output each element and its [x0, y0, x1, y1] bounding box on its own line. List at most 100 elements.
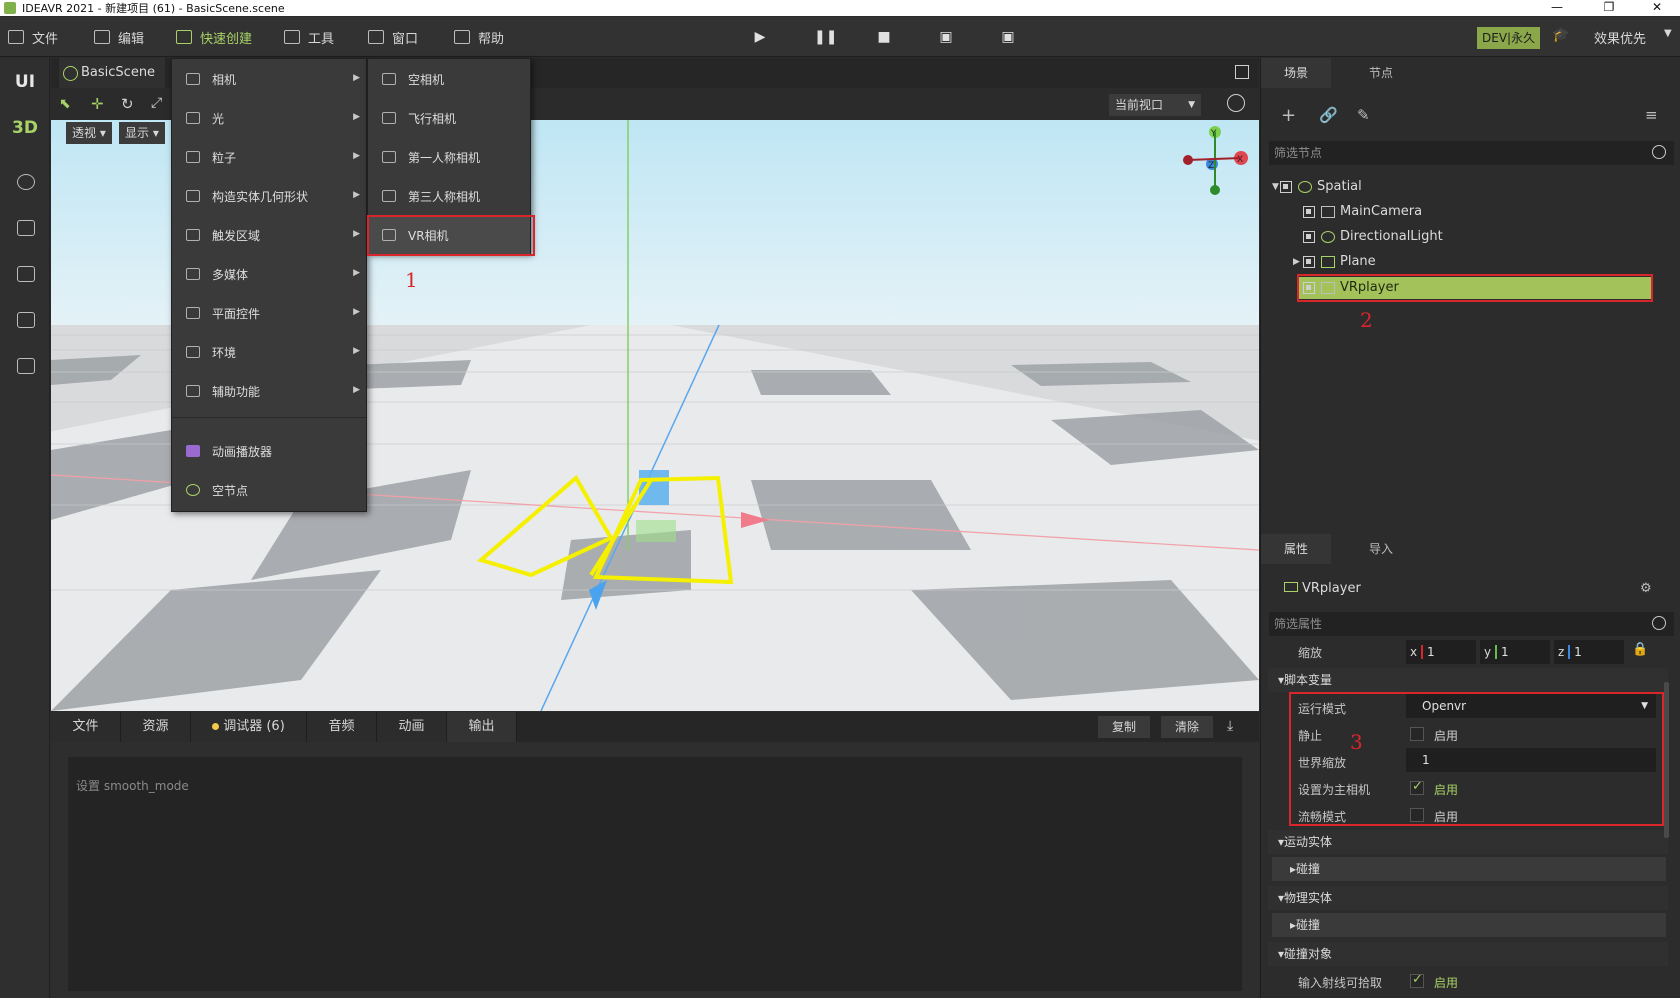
- gear-icon[interactable]: [1227, 94, 1245, 112]
- fullscreen-icon[interactable]: [1235, 65, 1249, 79]
- display-dropdown[interactable]: 显示 ▾: [119, 122, 165, 144]
- menu-flat-controls[interactable]: 平面控件 ▶: [172, 294, 366, 332]
- restore-button[interactable]: ❐: [1586, 0, 1632, 16]
- visibility-icon[interactable]: [1303, 206, 1315, 218]
- play-scene-icon[interactable]: ▣: [938, 29, 954, 45]
- perspective-label: 透视: [72, 126, 97, 140]
- visibility-icon[interactable]: [1303, 256, 1315, 268]
- section-collision-object[interactable]: ▾碰撞对象: [1268, 942, 1668, 966]
- menu-edit[interactable]: 编辑: [94, 17, 144, 57]
- 3d-mode-button[interactable]: 3D: [0, 118, 50, 138]
- tab-output[interactable]: 输出: [447, 712, 517, 742]
- menu-camera[interactable]: 相机 ▶: [172, 60, 366, 98]
- tab-import[interactable]: 导入: [1331, 534, 1431, 564]
- lock-icon[interactable]: 🔒: [1632, 642, 1648, 657]
- menu-environment[interactable]: 环境 ▶: [172, 333, 366, 371]
- tab-properties[interactable]: 属性: [1261, 534, 1331, 564]
- section-physics-label: 物理实体: [1284, 891, 1333, 905]
- ui-mode-button[interactable]: UI: [0, 72, 50, 92]
- node-filter-input[interactable]: 筛选节点: [1269, 141, 1674, 165]
- add-node-icon[interactable]: +: [1281, 105, 1296, 126]
- menu-trigger-area[interactable]: 触发区域 ▶: [172, 216, 366, 254]
- path-icon[interactable]: [17, 174, 35, 190]
- scale-x-field[interactable]: x 1: [1406, 640, 1476, 664]
- scale-y-field[interactable]: y 1: [1480, 640, 1550, 664]
- script-icon[interactable]: ✎: [1357, 106, 1370, 124]
- chevron-right-icon: ▶: [353, 190, 360, 200]
- properties-scrollbar[interactable]: [1664, 682, 1669, 838]
- menu-csg[interactable]: 构造实体几何形状 ▶: [172, 177, 366, 215]
- tree-node-spatial[interactable]: ▼ Spatial: [1272, 176, 1362, 198]
- menu-multimedia[interactable]: 多媒体 ▶: [172, 255, 366, 293]
- menu-light[interactable]: 光 ▶: [172, 99, 366, 137]
- tab-file[interactable]: 文件: [51, 712, 121, 742]
- first-person-icon: [382, 151, 396, 163]
- submenu-first-person-camera[interactable]: 第一人称相机: [368, 138, 530, 176]
- visibility-icon[interactable]: [1280, 181, 1292, 193]
- tree-node-maincamera[interactable]: MainCamera: [1303, 201, 1422, 223]
- tab-resources[interactable]: 资源: [121, 712, 191, 742]
- menu-empty-node[interactable]: 空节点: [172, 471, 366, 509]
- tab-node[interactable]: 节点: [1331, 58, 1431, 88]
- clear-button[interactable]: 清除: [1161, 716, 1214, 738]
- menu-helpers-label: 辅助功能: [212, 384, 261, 399]
- submenu-fly-camera[interactable]: 飞行相机: [368, 99, 530, 137]
- scale-tool-icon[interactable]: ⤢: [151, 95, 162, 111]
- menu-help[interactable]: 帮助: [454, 17, 504, 57]
- submenu-third-person-camera[interactable]: 第三人称相机: [368, 177, 530, 215]
- section-motion-body[interactable]: ▾运动实体: [1268, 830, 1668, 854]
- tab-audio[interactable]: 音频: [307, 712, 377, 742]
- ray-pick-checkbox[interactable]: [1410, 972, 1424, 988]
- chevron-right-icon: ▶: [353, 268, 360, 278]
- menu-quick-create[interactable]: 快速创建: [176, 17, 252, 57]
- menu-divider: [172, 417, 366, 418]
- tab-animation[interactable]: 动画: [377, 712, 447, 742]
- menu-list-icon[interactable]: ≡: [1645, 106, 1658, 124]
- scene-tab-basicscene[interactable]: BasicScene: [59, 58, 165, 88]
- play-icon[interactable]: ▶: [752, 29, 768, 45]
- quick-create-menu: 相机 ▶ 光 ▶ 粒子 ▶ 构造实体几何形状 ▶ 触发区域 ▶ 多媒体 ▶ 平面控件 ▶ 环境…: [171, 58, 367, 512]
- menu-particle[interactable]: 粒子 ▶: [172, 138, 366, 176]
- section-script-vars[interactable]: ▾脚本变量: [1268, 668, 1668, 692]
- build-icon[interactable]: [17, 358, 35, 374]
- submenu-empty-camera[interactable]: 空相机: [368, 60, 530, 98]
- menu-tools[interactable]: 工具: [284, 17, 334, 57]
- settings-panel-icon[interactable]: [17, 266, 35, 282]
- tab-scene[interactable]: 场景: [1261, 58, 1331, 88]
- store-icon[interactable]: [17, 220, 35, 236]
- select-tool-icon[interactable]: ⬉: [59, 96, 71, 112]
- property-filter-input[interactable]: 筛选属性: [1269, 612, 1674, 636]
- tune-icon[interactable]: ⚙: [1640, 581, 1652, 596]
- copy-button[interactable]: 复制: [1098, 716, 1151, 738]
- visibility-icon[interactable]: [1303, 231, 1315, 243]
- subsection-collision-1[interactable]: ▸碰撞: [1272, 857, 1666, 881]
- bottom-tab-bar: 文件 资源 调试器 (6) 音频 动画 输出 复制 清除 ⤓: [51, 712, 1259, 742]
- download-icon[interactable]: ⤓: [1227, 718, 1233, 734]
- perspective-dropdown[interactable]: 透视 ▾: [66, 122, 112, 144]
- pause-icon[interactable]: ❚❚: [814, 29, 837, 45]
- rotate-tool-icon[interactable]: ↻: [121, 95, 134, 113]
- menu-window[interactable]: 窗口: [368, 17, 418, 57]
- graduation-cap-icon[interactable]: 🎓: [1552, 27, 1569, 43]
- link-icon[interactable]: 🔗: [1319, 106, 1338, 124]
- subsection-collision-2[interactable]: ▸碰撞: [1272, 913, 1666, 937]
- close-button[interactable]: ✕: [1634, 0, 1680, 16]
- menu-helpers[interactable]: 辅助功能 ▶: [172, 372, 366, 410]
- tab-debugger[interactable]: 调试器 (6): [191, 712, 307, 742]
- quality-label[interactable]: 效果优先: [1594, 28, 1646, 47]
- minimize-button[interactable]: —: [1534, 0, 1580, 16]
- section-physics-body[interactable]: ▾物理实体: [1268, 886, 1668, 910]
- tree-node-directionallight[interactable]: DirectionalLight: [1303, 226, 1443, 248]
- stop-icon[interactable]: ■: [876, 29, 892, 45]
- scale-y-value: 1: [1500, 645, 1509, 659]
- menu-animation-player[interactable]: 动画播放器: [172, 432, 366, 470]
- scale-z-field[interactable]: z 1: [1554, 640, 1624, 664]
- tree-node-plane[interactable]: ▶ Plane: [1293, 251, 1376, 273]
- title-bar: IDEAVR 2021 - 新建项目 (61) - BasicScene.sce…: [0, 0, 1680, 16]
- move-tool-icon[interactable]: ✛: [91, 95, 104, 113]
- current-view-dropdown[interactable]: 当前视口 ▼: [1109, 94, 1201, 116]
- menu-file[interactable]: 文件: [8, 17, 58, 57]
- quality-chevron-down-icon[interactable]: ▼: [1664, 28, 1672, 39]
- export-icon[interactable]: [17, 312, 35, 328]
- play-custom-scene-icon[interactable]: ▣: [1000, 29, 1016, 45]
